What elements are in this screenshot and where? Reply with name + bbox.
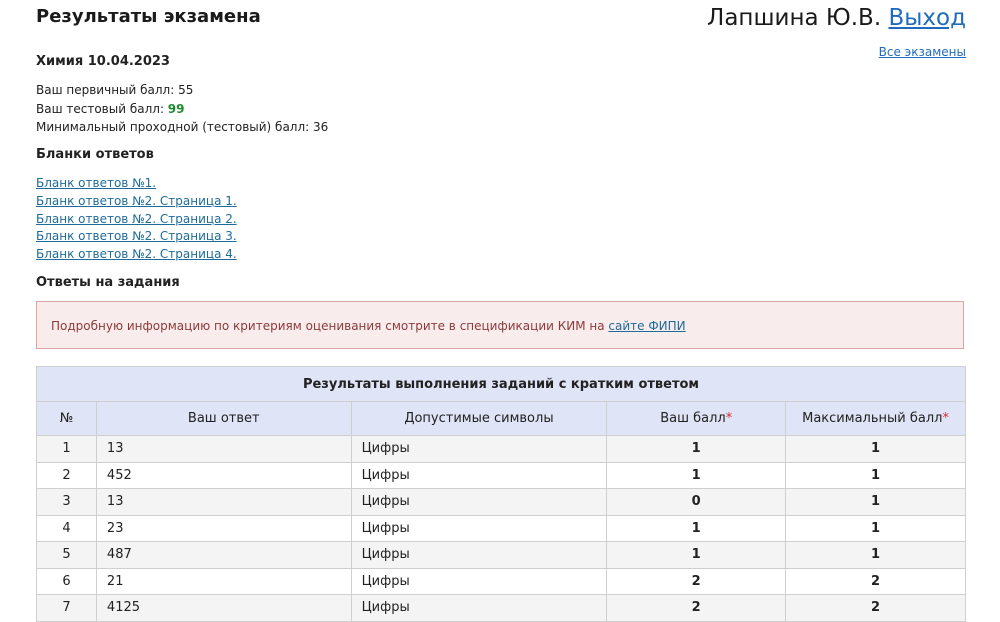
cell-answer: 4125 (95, 594, 352, 622)
table-row: 5 487 Цифры 1 1 (36, 541, 966, 569)
blank-link[interactable]: Бланк ответов №2. Страница 3. (36, 228, 237, 246)
fipi-link[interactable]: сайте ФИПИ (608, 319, 685, 333)
cell-max: 2 (785, 594, 966, 622)
blank-link[interactable]: Бланк ответов №1. (36, 175, 237, 193)
cell-num: 1 (36, 435, 97, 463)
logout-link[interactable]: Выход (888, 5, 966, 31)
answers-heading: Ответы на задания (36, 275, 180, 290)
table-row: 2 452 Цифры 1 1 (36, 461, 966, 489)
cell-max: 1 (785, 488, 966, 516)
cell-score: 1 (606, 435, 787, 463)
all-exams-link[interactable]: Все экзамены (879, 45, 966, 59)
results-table: Результаты выполнения заданий с кратким … (36, 366, 966, 622)
cell-symbols: Цифры (350, 594, 608, 622)
primary-score-label: Ваш первичный балл: (36, 83, 179, 97)
column-header-num: № (36, 401, 97, 436)
cell-max: 1 (785, 514, 966, 542)
info-alert: Подробную информацию по критериям оценив… (36, 301, 964, 349)
table-row: 4 23 Цифры 1 1 (36, 514, 966, 542)
exam-heading: Химия 10.04.2023 (36, 54, 170, 69)
column-header-score-label: Ваш балл (660, 411, 726, 426)
cell-num: 6 (36, 567, 97, 595)
min-score-value: 36 (313, 120, 329, 134)
table-row: 1 13 Цифры 1 1 (36, 435, 966, 463)
cell-score: 2 (606, 567, 787, 595)
user-block: Лапшина Ю.В. Выход (707, 5, 966, 31)
cell-symbols: Цифры (350, 514, 608, 542)
min-score-label: Минимальный проходной (тестовый) балл: (36, 120, 314, 134)
cell-answer: 21 (95, 567, 352, 595)
cell-answer: 13 (95, 488, 352, 516)
cell-symbols: Цифры (350, 567, 608, 595)
cell-symbols: Цифры (350, 435, 608, 463)
cell-num: 2 (36, 461, 97, 489)
required-mark: * (725, 411, 733, 426)
test-score-label: Ваш тестовый балл: (36, 101, 168, 116)
primary-score-value: 55 (178, 83, 194, 97)
cell-answer: 13 (95, 435, 352, 463)
table-header-row: № Ваш ответ Допустимые символы Ваш балл*… (36, 401, 966, 436)
table-caption: Результаты выполнения заданий с кратким … (36, 366, 966, 402)
table-row: 6 21 Цифры 2 2 (36, 567, 966, 595)
cell-max: 1 (785, 461, 966, 489)
cell-answer: 452 (95, 461, 352, 489)
cell-max: 2 (785, 567, 966, 595)
user-name: Лапшина Ю.В. (707, 5, 882, 31)
column-header-answer: Ваш ответ (95, 401, 352, 436)
cell-symbols: Цифры (350, 541, 608, 569)
cell-num: 3 (36, 488, 97, 516)
table-row: 7 4125 Цифры 2 2 (36, 594, 966, 622)
column-header-max: Максимальный балл* (785, 401, 966, 436)
blanks-heading: Бланки ответов (36, 147, 154, 162)
cell-num: 4 (36, 514, 97, 542)
column-header-max-label: Максимальный балл (802, 411, 943, 426)
cell-symbols: Цифры (350, 488, 608, 516)
cell-num: 5 (36, 541, 97, 569)
cell-max: 1 (785, 435, 966, 463)
blank-link[interactable]: Бланк ответов №2. Страница 2. (36, 211, 237, 229)
table-row: 3 13 Цифры 0 1 (36, 488, 966, 516)
cell-score: 1 (606, 514, 787, 542)
test-score-value: 99 (167, 101, 185, 116)
test-score: Ваш тестовый балл: 99 (36, 100, 328, 119)
cell-symbols: Цифры (350, 461, 608, 489)
cell-score: 1 (606, 461, 787, 489)
min-score: Минимальный проходной (тестовый) балл: 3… (36, 118, 328, 137)
cell-score: 0 (606, 488, 787, 516)
blanks-list: Бланк ответов №1. Бланк ответов №2. Стра… (36, 175, 237, 264)
cell-score: 1 (606, 541, 787, 569)
cell-answer: 23 (95, 514, 352, 542)
cell-answer: 487 (95, 541, 352, 569)
primary-score: Ваш первичный балл: 55 (36, 81, 328, 100)
cell-max: 1 (785, 541, 966, 569)
page-title: Результаты экзамена (36, 6, 261, 27)
column-header-symbols: Допустимые символы (350, 401, 608, 436)
column-header-score: Ваш балл* (606, 401, 787, 436)
blank-link[interactable]: Бланк ответов №2. Страница 4. (36, 246, 237, 264)
blank-link[interactable]: Бланк ответов №2. Страница 1. (36, 193, 237, 211)
scores-block: Ваш первичный балл: 55 Ваш тестовый балл… (36, 81, 328, 137)
table-caption-row: Результаты выполнения заданий с кратким … (36, 366, 966, 402)
cell-score: 2 (606, 594, 787, 622)
alert-text: Подробную информацию по критериям оценив… (51, 319, 609, 333)
cell-num: 7 (36, 594, 97, 622)
required-mark: * (942, 411, 949, 426)
